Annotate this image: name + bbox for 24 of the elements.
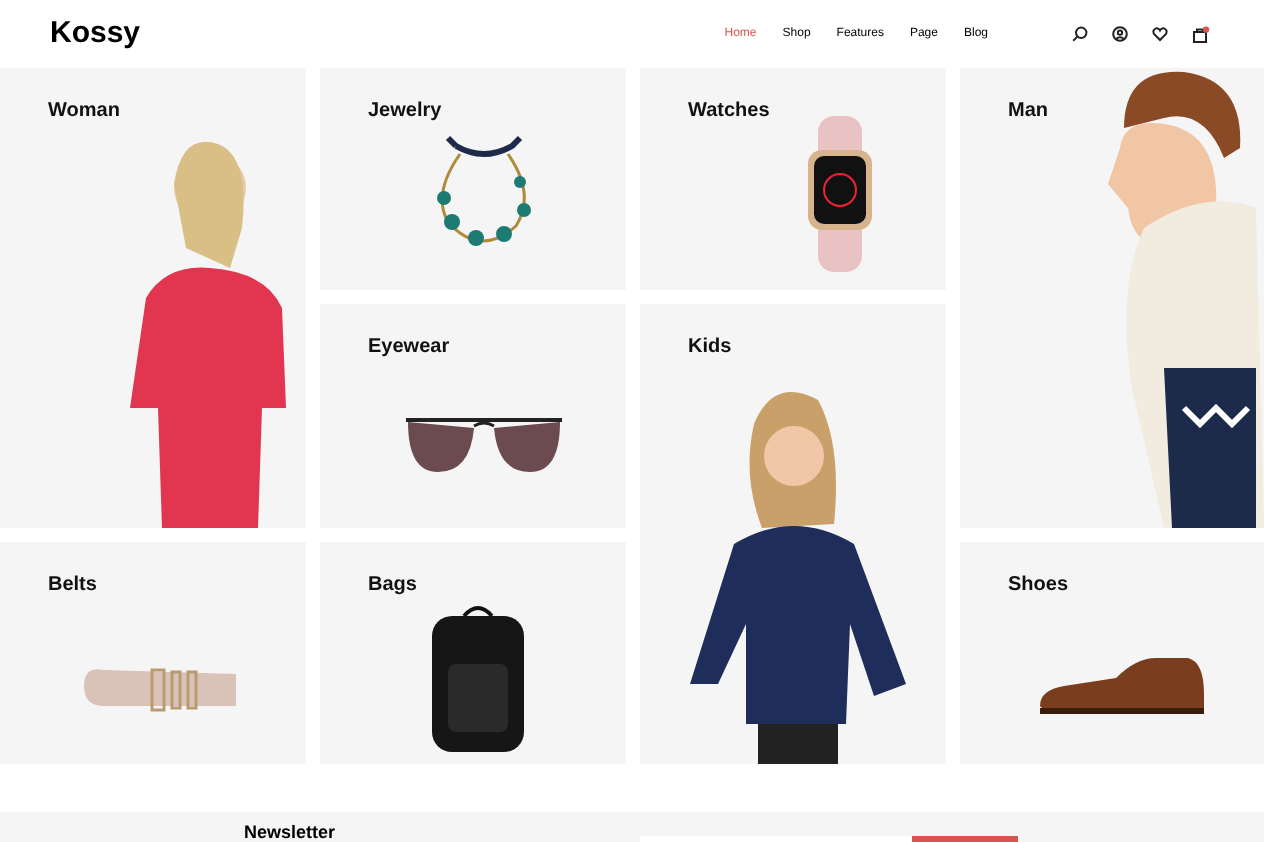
category-card[interactable]: Bags	[320, 542, 626, 764]
category-title: Man	[1008, 98, 1048, 126]
heart-icon[interactable]	[1152, 26, 1168, 42]
brand-logo[interactable]: Kossy	[50, 11, 141, 57]
category-card[interactable]: Man	[960, 68, 1264, 528]
category-card[interactable]: Eyewear	[320, 304, 626, 528]
category-title: Jewelry	[368, 98, 442, 126]
category-card[interactable]: Kids	[640, 304, 946, 764]
category-card[interactable]: Shoes	[960, 542, 1264, 764]
category-title: Shoes	[1008, 572, 1069, 600]
category-card[interactable]: Jewelry	[320, 68, 626, 290]
category-card[interactable]: Belts	[0, 542, 306, 764]
category-title: Eyewear	[368, 334, 450, 362]
newsletter-heading: Newsletter	[244, 820, 336, 842]
cart-icon[interactable]	[1192, 25, 1210, 43]
category-title: Belts	[48, 572, 97, 600]
category-title: Woman	[48, 98, 120, 126]
category-title: Bags	[368, 572, 417, 600]
category-card[interactable]: Woman	[0, 68, 306, 528]
search-icon[interactable]	[1072, 26, 1088, 42]
user-icon[interactable]	[1112, 26, 1128, 42]
category-title: Watches	[688, 98, 770, 126]
category-card[interactable]: Watches	[640, 68, 946, 290]
category-title: Kids	[688, 334, 732, 362]
